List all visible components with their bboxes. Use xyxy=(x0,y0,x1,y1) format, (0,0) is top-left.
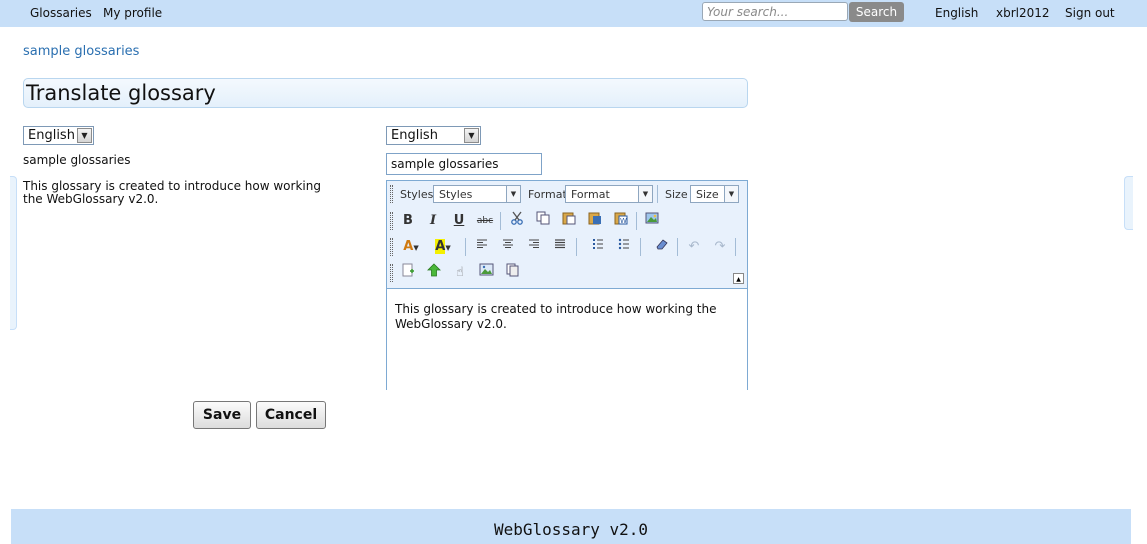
toolbar-grip[interactable] xyxy=(390,264,393,282)
toolbar-grip[interactable] xyxy=(390,212,393,230)
bulleted-list-icon[interactable] xyxy=(613,237,635,257)
toolbar-grip[interactable] xyxy=(390,238,393,256)
background-color-icon[interactable]: A▼ xyxy=(429,237,457,257)
hand-icon[interactable]: ☝ xyxy=(449,263,471,283)
target-name-input[interactable] xyxy=(386,153,542,175)
background-color-glyph: A xyxy=(435,239,446,254)
search-form: Search xyxy=(702,2,904,23)
save-button[interactable]: Save xyxy=(193,401,251,429)
dropdown-arrow-icon[interactable]: ▼ xyxy=(77,128,92,143)
toolbar-separator xyxy=(640,238,641,256)
source-glossary-description: This glossary is created to introduce ho… xyxy=(23,179,321,206)
bold-icon[interactable]: B xyxy=(397,211,419,231)
right-panel-handle[interactable] xyxy=(1124,176,1133,230)
toolbar-separator xyxy=(677,238,678,256)
align-left-icon[interactable] xyxy=(471,237,493,257)
target-language-select[interactable]: English ▼ xyxy=(386,126,481,145)
numbered-list-icon[interactable] xyxy=(587,237,609,257)
size-combo[interactable]: Size ▼ xyxy=(690,185,739,203)
align-center-icon[interactable] xyxy=(497,237,519,257)
align-justify-icon[interactable] xyxy=(549,237,571,257)
nav-my-profile-link[interactable]: My profile xyxy=(103,6,162,20)
image-properties-icon[interactable] xyxy=(475,263,497,283)
page-title: Translate glossary xyxy=(26,81,216,105)
chevron-down-icon[interactable]: ▼ xyxy=(506,186,520,202)
new-page-icon[interactable] xyxy=(397,263,419,283)
toolbar-separator xyxy=(465,238,466,256)
language-link[interactable]: English xyxy=(935,6,978,20)
styles-combo-value: Styles xyxy=(439,188,473,201)
toolbar-row-basic: B I U abc W xyxy=(389,210,747,232)
cancel-button[interactable]: Cancel xyxy=(256,401,326,429)
format-combo[interactable]: Format ▼ xyxy=(565,185,653,203)
paste-text-icon[interactable] xyxy=(584,211,606,231)
left-panel-handle[interactable] xyxy=(10,176,17,330)
paste-word-icon[interactable]: W xyxy=(610,211,632,231)
undo-icon[interactable]: ↶ xyxy=(683,237,705,257)
toolbar-separator xyxy=(576,238,577,256)
remove-format-icon[interactable] xyxy=(651,237,673,257)
align-right-icon[interactable] xyxy=(523,237,545,257)
toolbar-separator xyxy=(500,212,501,230)
underline-icon[interactable]: U xyxy=(448,211,470,231)
rich-text-editor: Styles Styles ▼ Format Format ▼ Size Siz… xyxy=(386,180,748,390)
image-icon[interactable] xyxy=(641,211,663,231)
top-nav-bar: Glossaries My profile Search English xbr… xyxy=(0,0,1147,27)
toolbar-row-styles: Styles Styles ▼ Format Format ▼ Size Siz… xyxy=(389,183,747,205)
target-language-value: English xyxy=(391,128,438,143)
page-title-box: Translate glossary xyxy=(23,78,748,108)
editor-content-area[interactable]: This glossary is created to introduce ho… xyxy=(387,288,747,390)
toolbar-row-format: A▼ A▼ ↶ ↷ xyxy=(389,236,747,258)
sign-out-link[interactable]: Sign out xyxy=(1065,6,1115,20)
styles-label: Styles xyxy=(400,188,434,201)
format-label: Format xyxy=(528,188,567,201)
italic-icon[interactable]: I xyxy=(422,211,444,231)
cut-icon[interactable] xyxy=(506,211,528,231)
breadcrumb[interactable]: sample glossaries xyxy=(23,44,139,59)
templates-icon[interactable] xyxy=(501,263,523,283)
source-language-select[interactable]: English ▼ xyxy=(23,126,94,145)
styles-combo[interactable]: Styles ▼ xyxy=(433,185,521,203)
copy-icon[interactable] xyxy=(532,211,554,231)
upload-icon[interactable] xyxy=(423,263,445,283)
user-link[interactable]: xbrl2012 xyxy=(996,6,1050,20)
toolbar-grip[interactable] xyxy=(390,185,393,203)
source-glossary-name: sample glossaries xyxy=(23,153,131,167)
size-combo-value: Size xyxy=(696,188,719,201)
search-input[interactable] xyxy=(702,2,848,21)
chevron-down-icon: ▼ xyxy=(445,244,451,252)
source-language-value: English xyxy=(28,128,75,143)
chevron-down-icon: ▼ xyxy=(413,244,419,252)
paste-icon[interactable] xyxy=(558,211,580,231)
text-color-icon[interactable]: A▼ xyxy=(397,237,425,257)
format-combo-value: Format xyxy=(571,188,610,201)
collapse-toolbar-icon[interactable]: ▲ xyxy=(733,273,744,284)
size-label: Size xyxy=(665,188,688,201)
chevron-down-icon[interactable]: ▼ xyxy=(638,186,652,202)
editor-text[interactable]: This glossary is created to introduce ho… xyxy=(395,302,725,332)
toolbar-row-insert: ☝ xyxy=(389,262,747,284)
toolbar-separator xyxy=(735,238,736,256)
toolbar-separator xyxy=(636,212,637,230)
nav-glossaries-link[interactable]: Glossaries xyxy=(30,6,92,20)
toolbar-separator xyxy=(657,185,658,203)
text-color-glyph: A xyxy=(403,239,414,254)
dropdown-arrow-icon[interactable]: ▼ xyxy=(464,128,479,143)
strikethrough-icon[interactable]: abc xyxy=(474,211,496,231)
footer-text: WebGlossary v2.0 xyxy=(493,520,649,539)
search-button[interactable]: Search xyxy=(849,2,904,22)
redo-icon[interactable]: ↷ xyxy=(709,237,731,257)
footer: WebGlossary v2.0 xyxy=(11,509,1131,544)
chevron-down-icon[interactable]: ▼ xyxy=(724,186,738,202)
svg-text:W: W xyxy=(620,217,627,225)
